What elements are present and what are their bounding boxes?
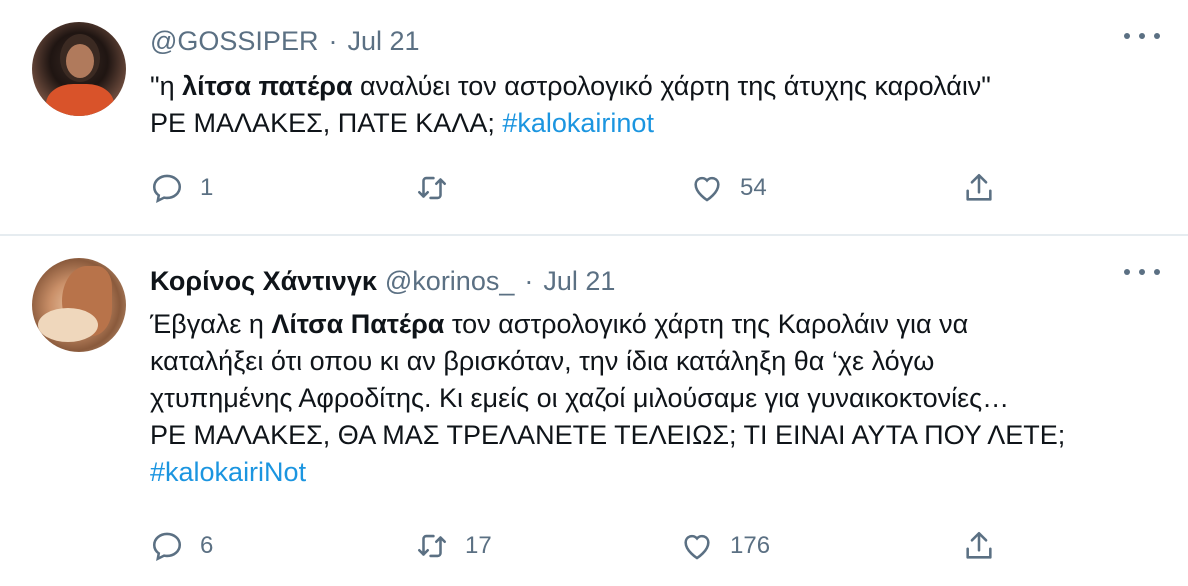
avatar[interactable] [32, 22, 126, 116]
tweet-header: Κορίνος Χάντινγκ @korinos_ · Jul 21 [150, 266, 615, 297]
more-icon[interactable] [1124, 266, 1160, 278]
tweet-line: #kalokairiNot [150, 454, 1065, 491]
separator-dot: · [524, 266, 534, 296]
tweet[interactable]: @GOSSIPER · Jul 21 "η λίτσα πατέρα αναλύει… [0, 0, 1188, 234]
heart-icon [684, 534, 710, 560]
retweet-icon [417, 176, 447, 200]
tweet-actions: 6 17 176 [150, 529, 1010, 569]
retweet-button[interactable] [415, 171, 465, 205]
share-button[interactable] [962, 529, 996, 563]
heart-icon [694, 176, 720, 202]
like-count: 176 [730, 532, 771, 559]
tweet-line: χτυπημένης Αφροδίτης. Κι εμείς οι χαζοί … [150, 380, 1065, 417]
text-segment: ΡΕ ΜΑΛΑΚΕΣ, ΘΑ ΜΑΣ ΤΡΕΛΑΝΕΤΕ ΤΕΛΕΙΩΣ; ΤΙ… [150, 420, 1066, 450]
reply-count: 1 [200, 174, 214, 201]
retweet-icon [417, 534, 447, 558]
reply-button[interactable]: 6 [150, 529, 213, 563]
text-segment: "η [150, 71, 183, 101]
bold-text: Λίτσα Πατέρα [271, 309, 445, 339]
tweet-text: "η λίτσα πατέρα αναλύει τον αστρολογικό … [150, 68, 991, 142]
avatar[interactable] [32, 258, 126, 352]
tweet-header: @GOSSIPER · Jul 21 [150, 26, 420, 57]
user-handle[interactable]: @GOSSIPER [150, 26, 318, 56]
bold-text: λίτσα πατέρα [182, 71, 353, 101]
tweet-text: Έβγαλε η Λίτσα Πατέρα τον αστρολογικό χά… [150, 306, 1065, 491]
text-segment: χτυπημένης Αφροδίτης. Κι εμείς οι χαζοί … [150, 383, 1010, 413]
share-button[interactable] [962, 171, 996, 205]
tweet-actions: 1 54 [150, 171, 1010, 211]
retweet-button[interactable]: 17 [415, 529, 492, 563]
tweet-line: Έβγαλε η Λίτσα Πατέρα τον αστρολογικό χά… [150, 306, 1065, 343]
tweet-line: καταλήξει ότι οπου κι αν βρισκόταν, την … [150, 343, 1065, 380]
reply-count: 6 [200, 532, 214, 559]
tweet-line: ΡΕ ΜΑΛΑΚΕΣ, ΠΑΤΕ ΚΑΛΑ; #kalokairinot [150, 105, 991, 142]
text-segment: ΡΕ ΜΑΛΑΚΕΣ, ΠΑΤΕ ΚΑΛΑ; [150, 108, 503, 138]
text-segment: τον αστρολογικό χάρτη της Καρολάιν για ν… [444, 309, 969, 339]
share-icon [966, 531, 992, 559]
tweet-line: "η λίτσα πατέρα αναλύει τον αστρολογικό … [150, 68, 991, 105]
reply-button[interactable]: 1 [150, 171, 213, 205]
more-icon[interactable] [1124, 30, 1160, 42]
hashtag-link[interactable]: #kalokairiNot [150, 457, 306, 487]
like-button[interactable]: 54 [690, 171, 767, 205]
text-segment: Έβγαλε η [150, 309, 272, 339]
tweet-date[interactable]: Jul 21 [543, 266, 615, 296]
like-button[interactable]: 176 [680, 529, 770, 563]
user-handle[interactable]: @korinos_ [385, 266, 514, 296]
display-name[interactable]: Κορίνος Χάντινγκ [150, 266, 377, 296]
like-count: 54 [740, 174, 767, 201]
share-icon [966, 173, 992, 201]
retweet-count: 17 [465, 532, 492, 559]
text-segment: αναλύει τον αστρολογικό χάρτη της άτυχης… [352, 71, 991, 101]
tweet-date[interactable]: Jul 21 [347, 26, 419, 56]
tweet[interactable]: Κορίνος Χάντινγκ @korinos_ · Jul 21 Έβγαλε … [0, 236, 1188, 586]
separator-dot: · [328, 26, 338, 56]
hashtag-link[interactable]: #kalokairinot [502, 108, 654, 138]
tweet-line: ΡΕ ΜΑΛΑΚΕΣ, ΘΑ ΜΑΣ ΤΡΕΛΑΝΕΤΕ ΤΕΛΕΙΩΣ; ΤΙ… [150, 417, 1065, 454]
text-segment: καταλήξει ότι οπου κι αν βρισκόταν, την … [150, 346, 935, 376]
reply-icon [152, 532, 182, 562]
reply-icon [152, 174, 182, 204]
